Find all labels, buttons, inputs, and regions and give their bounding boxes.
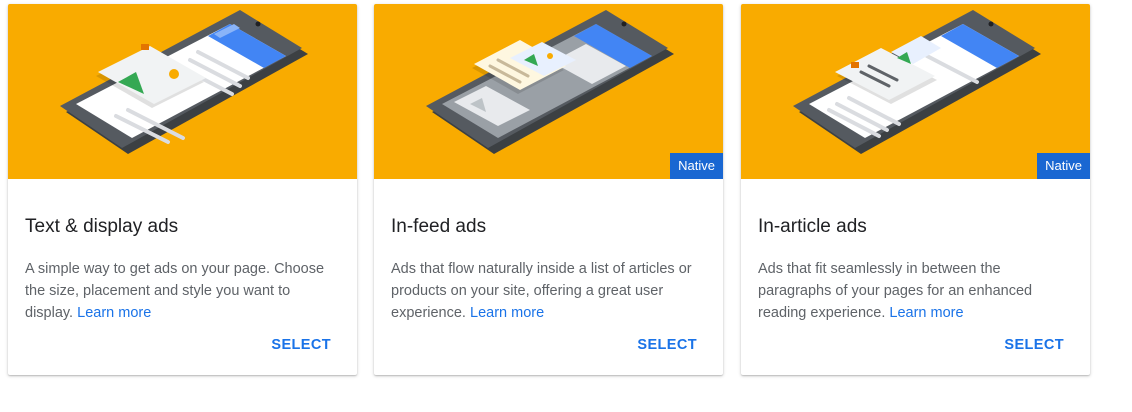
select-button[interactable]: SELECT (271, 337, 331, 353)
card-in-article-ads[interactable]: Native In-article ads Ads that fit seaml… (741, 4, 1090, 375)
card-title: In-feed ads (391, 216, 487, 237)
card-hero (8, 4, 357, 179)
phone-display-ad-illustration (60, 10, 308, 154)
card-description-text: A simple way to get ads on your page. Ch… (25, 261, 325, 321)
card-description: Ads that flow naturally inside a list of… (391, 258, 706, 324)
card-hero: Native (374, 4, 723, 179)
learn-more-link[interactable]: Learn more (889, 305, 963, 321)
card-description: A simple way to get ads on your page. Ch… (25, 258, 340, 324)
card-hero: Native (741, 4, 1090, 179)
select-button[interactable]: SELECT (637, 337, 697, 353)
learn-more-link[interactable]: Learn more (470, 305, 544, 321)
ad-type-cards: Text & display ads A simple way to get a… (0, 0, 1132, 412)
card-title: In-article ads (758, 216, 867, 237)
learn-more-link[interactable]: Learn more (77, 305, 151, 321)
select-button[interactable]: SELECT (1004, 337, 1064, 353)
native-badge: Native (1037, 153, 1090, 179)
card-title: Text & display ads (25, 216, 179, 237)
card-description: Ads that fit seamlessly in between the p… (758, 258, 1073, 324)
card-in-feed-ads[interactable]: Native In-feed ads Ads that flow natural… (374, 4, 723, 375)
card-text-display-ads[interactable]: Text & display ads A simple way to get a… (8, 4, 357, 375)
native-badge: Native (670, 153, 723, 179)
